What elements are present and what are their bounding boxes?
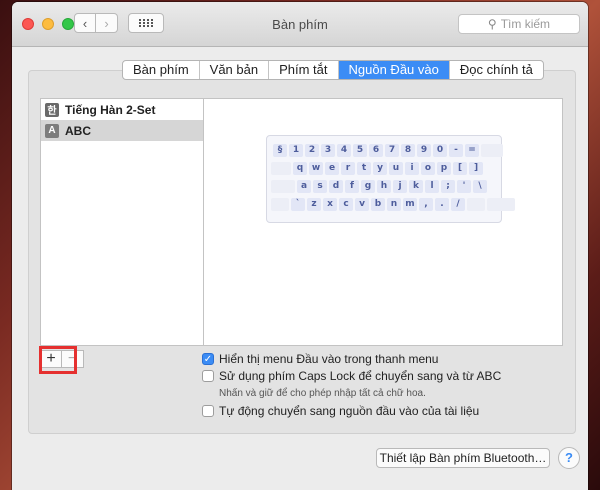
tab-input-sources[interactable]: Nguồn Đầu vào	[337, 61, 449, 79]
keyboard-layout-preview: § 1 2 3 4 5 6 7 8 9 0- = q w e r t y u i o p[] a s d f g h j k l; ' \ ` z x…	[266, 135, 515, 223]
keyboard-key: j	[393, 180, 407, 193]
keyboard-key: 1	[289, 144, 303, 157]
keyboard-key: 0	[433, 144, 447, 157]
keyboard-key: c	[339, 198, 353, 211]
list-item-abc[interactable]: A ABC	[41, 120, 203, 141]
keyboard-key: §	[273, 144, 287, 157]
keyboard-key: a	[297, 180, 311, 193]
keyboard-key: 5	[353, 144, 367, 157]
keyboard-key: ]	[469, 162, 483, 175]
keyboard-key: b	[371, 198, 385, 211]
keyboard-key: 7	[385, 144, 399, 157]
keyboard-key: i	[405, 162, 419, 175]
keyboard-key: d	[329, 180, 343, 193]
titlebar: ‹ › Bàn phím ⚲ Tìm kiếm	[12, 2, 588, 47]
keyboard-key: y	[373, 162, 387, 175]
keyboard-key: 2	[305, 144, 319, 157]
keyboard-key: '	[457, 180, 471, 193]
caps-lock-checkbox[interactable]	[202, 370, 214, 382]
tab-bar: Bàn phím Văn bản Phím tắt Nguồn Đầu vào …	[122, 60, 544, 80]
keyboard-key: 8	[401, 144, 415, 157]
list-item-label: ABC	[65, 123, 91, 138]
keyboard-key: x	[323, 198, 337, 211]
option-label: Sử dụng phím Caps Lock để chuyển sang và…	[219, 369, 502, 383]
keyboard-key: g	[361, 180, 375, 193]
keyboard-key-blank	[271, 162, 291, 175]
search-icon: ⚲	[487, 17, 497, 31]
keyboard-key: ,	[419, 198, 433, 211]
keyboard-key: p	[437, 162, 451, 175]
search-placeholder: Tìm kiếm	[500, 17, 551, 31]
keyboard-key: m	[403, 198, 417, 211]
keyboard-key-blank	[271, 198, 289, 211]
keyboard-key-blank	[467, 198, 485, 211]
keyboard-key: q	[293, 162, 307, 175]
abc-input-icon: A	[45, 123, 59, 138]
keyboard-preferences-window: ‹ › Bàn phím ⚲ Tìm kiếm Bàn phím Văn bản…	[12, 2, 588, 490]
keyboard-key: =	[465, 144, 479, 157]
tab-shortcuts[interactable]: Phím tắt	[268, 61, 337, 79]
keyboard-key: [	[453, 162, 467, 175]
keyboard-key: 3	[321, 144, 335, 157]
option-auto-switch[interactable]: Tự động chuyển sang nguồn đầu vào của tà…	[202, 404, 479, 418]
caps-lock-hint: Nhấn và giữ để cho phép nhập tất cả chữ …	[219, 388, 426, 399]
keyboard-key: `	[291, 198, 305, 211]
keyboard-key-blank	[481, 144, 503, 157]
tab-dictation[interactable]: Đọc chính tả	[448, 61, 543, 79]
keyboard-key: 4	[337, 144, 351, 157]
list-item-korean[interactable]: 한 Tiếng Hàn 2-Set	[41, 99, 203, 120]
keyboard-key: v	[355, 198, 369, 211]
keyboard-key: l	[425, 180, 439, 193]
keyboard-key: r	[341, 162, 355, 175]
auto-switch-checkbox[interactable]	[202, 405, 214, 417]
input-source-list[interactable]: 한 Tiếng Hàn 2-Set A ABC	[40, 98, 204, 346]
option-caps-lock[interactable]: Sử dụng phím Caps Lock để chuyển sang và…	[202, 369, 501, 383]
keyboard-key: f	[345, 180, 359, 193]
keyboard-key: 6	[369, 144, 383, 157]
tab-keyboard[interactable]: Bàn phím	[123, 61, 199, 79]
keyboard-key: 9	[417, 144, 431, 157]
checkmark-icon: ✓	[203, 353, 213, 365]
help-button[interactable]: ?	[558, 447, 580, 469]
keyboard-key-blank	[271, 180, 295, 193]
tab-text[interactable]: Văn bản	[198, 61, 268, 79]
keyboard-key-blank	[487, 198, 515, 211]
list-item-label: Tiếng Hàn 2-Set	[65, 102, 156, 117]
bluetooth-keyboard-setup-button[interactable]: Thiết lập Bàn phím Bluetooth…	[376, 448, 550, 468]
keyboard-key: n	[387, 198, 401, 211]
search-field[interactable]: ⚲ Tìm kiếm	[458, 14, 580, 34]
keyboard-key: z	[307, 198, 321, 211]
keyboard-key: .	[435, 198, 449, 211]
keyboard-key: k	[409, 180, 423, 193]
option-show-input-menu[interactable]: ✓ Hiển thị menu Đầu vào trong thanh menu	[202, 352, 438, 366]
keyboard-key: s	[313, 180, 327, 193]
keyboard-key: t	[357, 162, 371, 175]
keyboard-key: ;	[441, 180, 455, 193]
keyboard-key: o	[421, 162, 435, 175]
keyboard-key: u	[389, 162, 403, 175]
keyboard-key: /	[451, 198, 465, 211]
keyboard-key: w	[309, 162, 323, 175]
keyboard-key: e	[325, 162, 339, 175]
option-label: Tự động chuyển sang nguồn đầu vào của tà…	[219, 404, 480, 418]
keyboard-key: -	[449, 144, 463, 157]
keyboard-key: \	[473, 180, 487, 193]
option-label: Hiển thị menu Đầu vào trong thanh menu	[219, 352, 439, 366]
show-menu-checkbox[interactable]: ✓	[202, 353, 214, 365]
korean-input-icon: 한	[45, 102, 59, 117]
keyboard-key: h	[377, 180, 391, 193]
add-button-highlight	[39, 346, 77, 374]
